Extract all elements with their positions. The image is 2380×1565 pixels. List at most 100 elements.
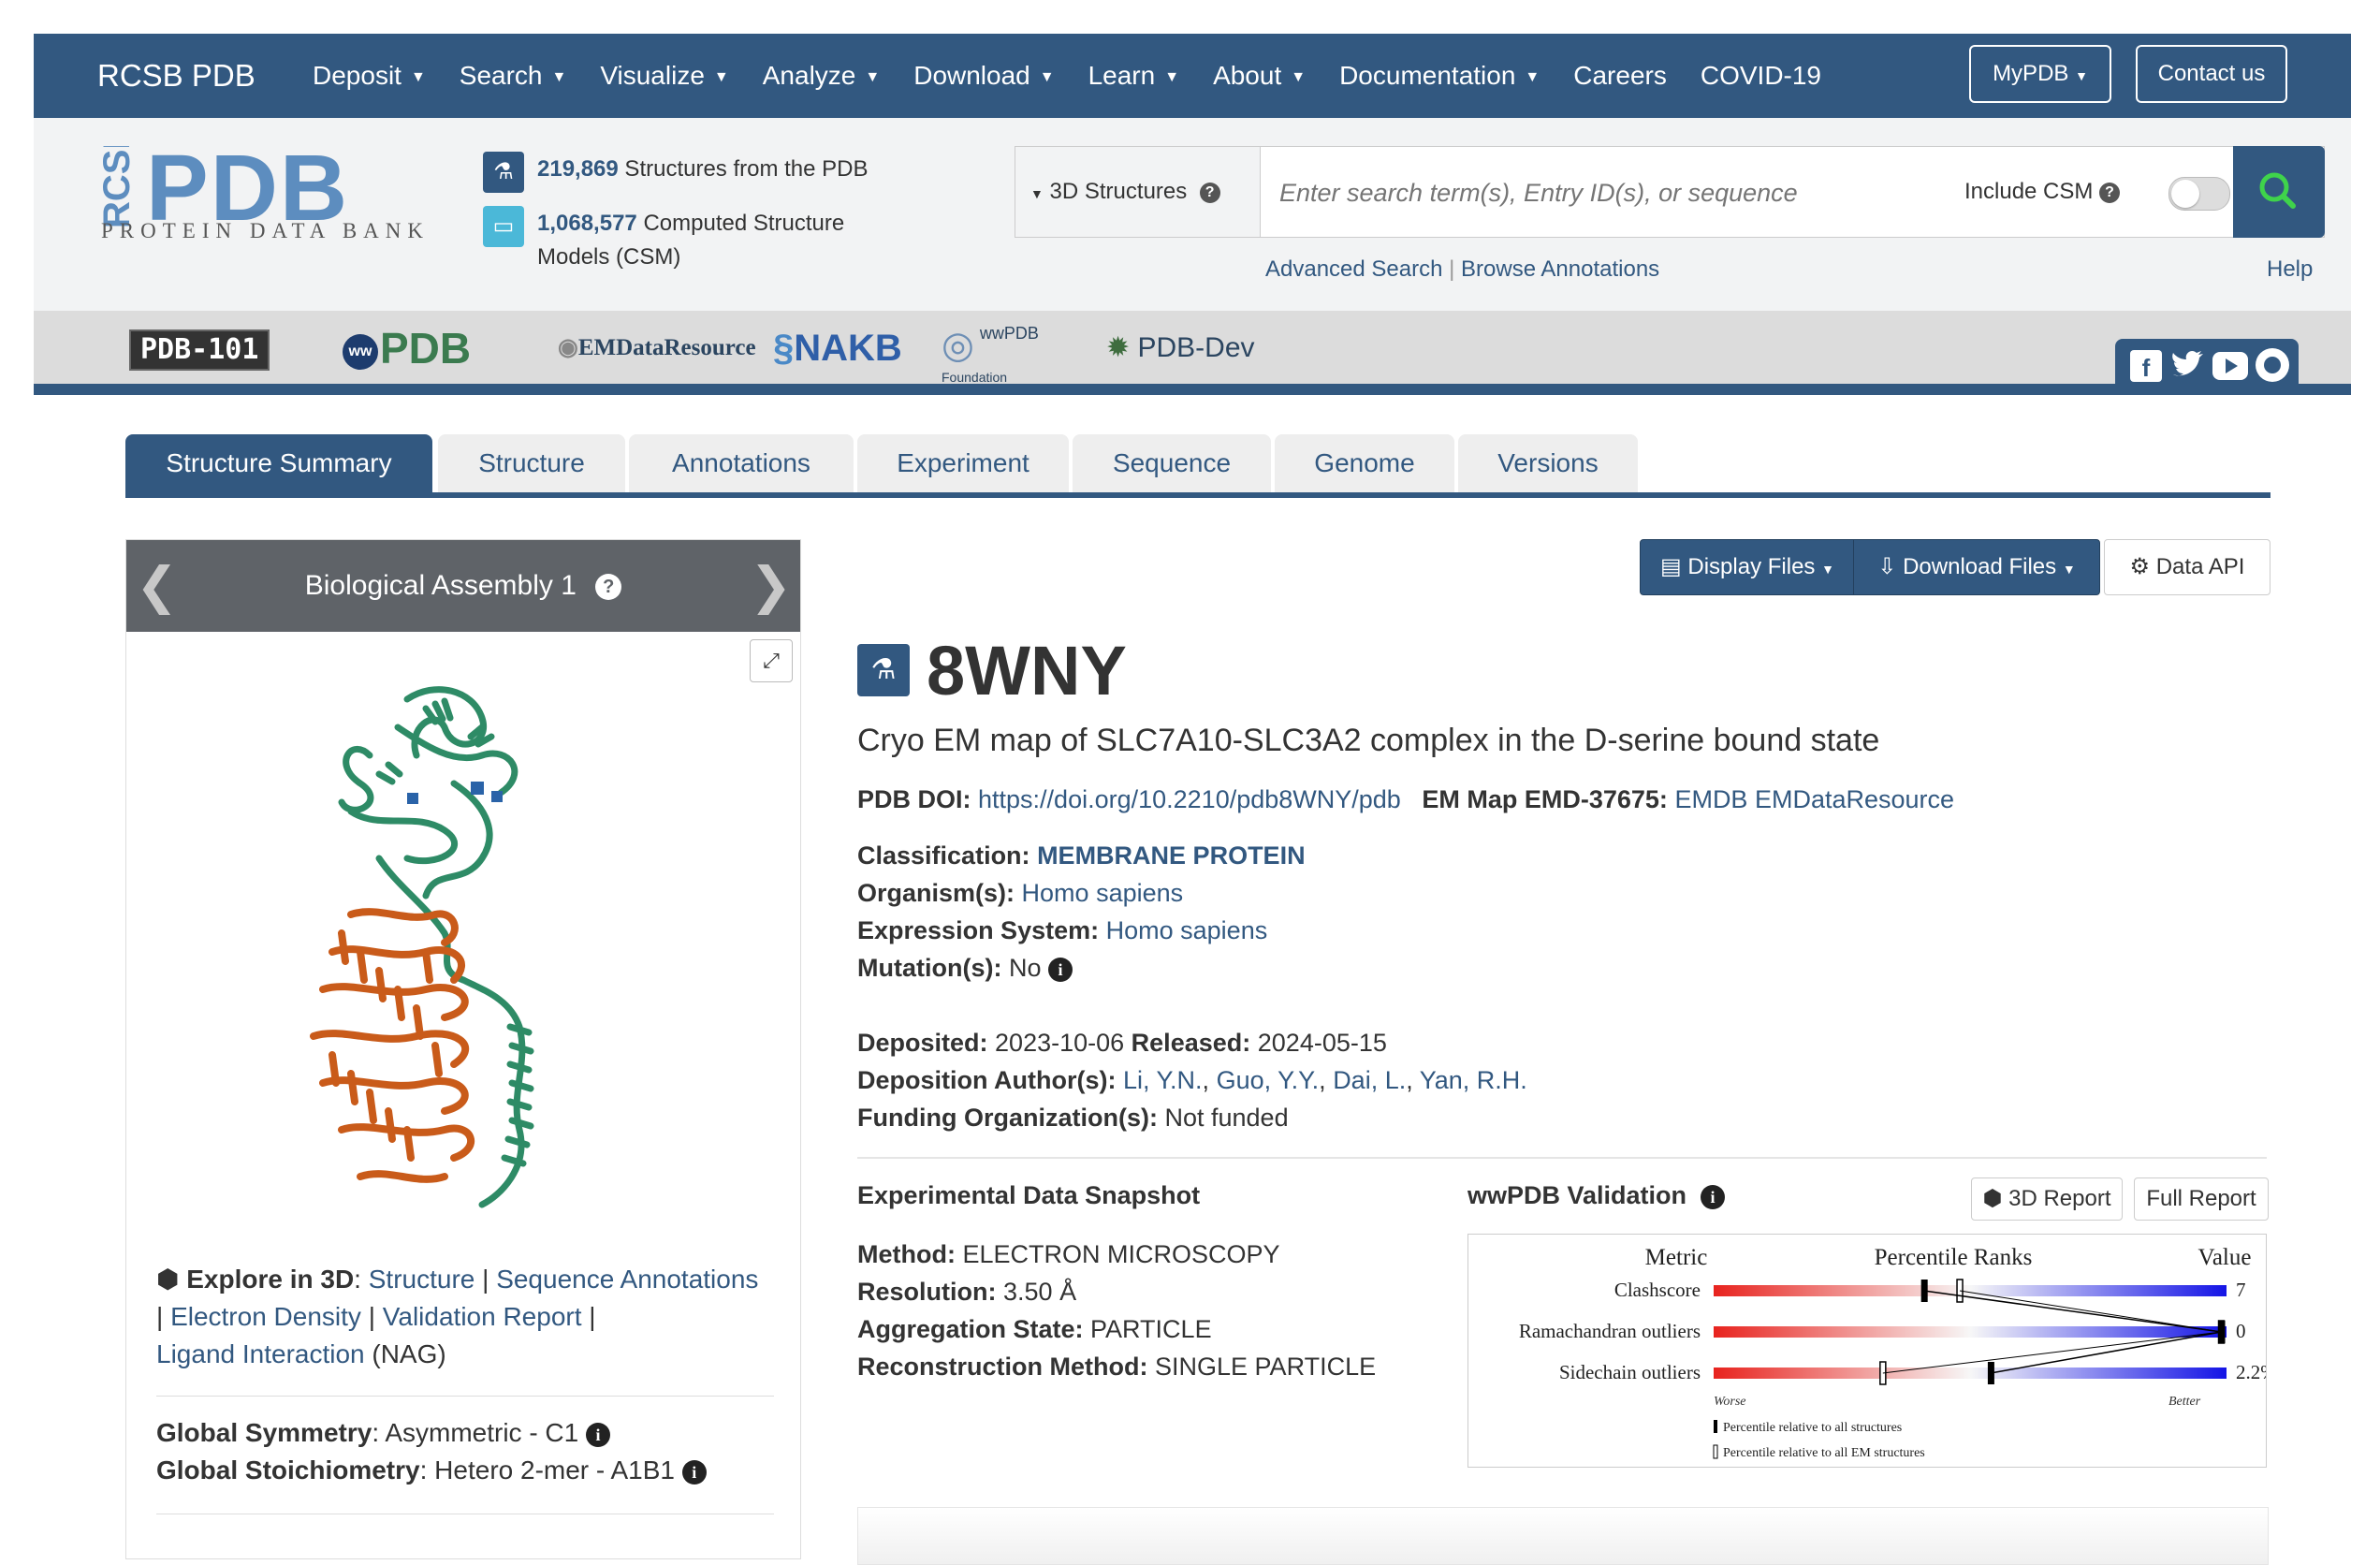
- menu-label: Careers: [1573, 61, 1667, 90]
- gear-icon: ✹: [1106, 332, 1131, 363]
- tab-structure-summary[interactable]: Structure Summary: [125, 434, 432, 492]
- emdataresource-link[interactable]: EMDataResource: [1755, 785, 1954, 813]
- tab-annotations[interactable]: Annotations: [629, 434, 854, 492]
- stoich-value: Hetero 2-mer - A1B1: [434, 1455, 675, 1485]
- include-csm-label: Include CSM: [1964, 179, 2094, 204]
- 3d-report-button[interactable]: ⬢ 3D Report: [1971, 1177, 2123, 1221]
- data-api-button[interactable]: ⚙ Data API: [2104, 539, 2270, 595]
- facebook-icon[interactable]: f: [2130, 350, 2162, 382]
- menu-label: About: [1213, 61, 1282, 90]
- pdb-logo[interactable]: PDB: [146, 141, 349, 235]
- pdbdev-logo[interactable]: ✹ PDB-Dev: [1106, 328, 1255, 369]
- validation-report-link[interactable]: Validation Report: [383, 1302, 582, 1331]
- wwpdb-foundation-logo[interactable]: ◎ wwPDB Foundation: [942, 324, 1039, 387]
- tab-structure[interactable]: Structure: [438, 434, 625, 492]
- wwpdb-logo[interactable]: ww PDB: [343, 327, 471, 370]
- structure-image[interactable]: [295, 671, 725, 1214]
- aggregation-value: PARTICLE: [1090, 1315, 1212, 1343]
- advanced-search-link[interactable]: Advanced Search: [1265, 256, 1442, 282]
- stat-structures-count[interactable]: 219,869: [537, 156, 619, 182]
- tab-versions[interactable]: Versions: [1458, 434, 1638, 492]
- brand-link[interactable]: RCSB PDB: [97, 34, 256, 118]
- author-link[interactable]: Yan, R.H.: [1420, 1066, 1527, 1094]
- classification-link[interactable]: MEMBRANE PROTEIN: [1037, 841, 1306, 870]
- menu-about[interactable]: About ▼: [1213, 61, 1306, 91]
- file-icon: ▤: [1660, 554, 1682, 579]
- github-icon[interactable]: [2256, 348, 2289, 382]
- tab-experiment[interactable]: Experiment: [857, 434, 1069, 492]
- resolution-label: Resolution:: [857, 1278, 997, 1306]
- menu-careers[interactable]: Careers: [1573, 61, 1667, 91]
- mutation-value: No: [1008, 954, 1042, 982]
- validation-slider-graphic[interactable]: Metric Percentile Ranks Value Clashscore…: [1467, 1234, 2267, 1468]
- tab-sequence[interactable]: Sequence: [1073, 434, 1271, 492]
- help-icon[interactable]: ?: [1199, 182, 1220, 203]
- prev-arrow-icon[interactable]: ❮: [136, 561, 178, 611]
- menu-learn[interactable]: Learn ▼: [1088, 61, 1179, 91]
- emdataresource-logo[interactable]: ◉EMDataResource: [558, 328, 756, 369]
- emdb-link[interactable]: EMDB: [1674, 785, 1747, 813]
- menu-visualize[interactable]: Visualize ▼: [600, 61, 728, 91]
- tab-genome[interactable]: Genome: [1275, 434, 1454, 492]
- menu-search[interactable]: Search ▼: [460, 61, 567, 91]
- expand-icon[interactable]: ⤢: [750, 639, 793, 682]
- menu-deposit[interactable]: Deposit ▼: [313, 61, 426, 91]
- menu-label: Visualize: [600, 61, 705, 90]
- sequence-annotations-link[interactable]: Sequence Annotations: [496, 1265, 758, 1294]
- menu-analyze[interactable]: Analyze ▼: [763, 61, 880, 91]
- partner-strip: PDB-101 ww PDB ◉EMDataResource §NAKB ◎ wwP…: [34, 311, 2351, 395]
- menu-label: Download: [913, 61, 1030, 90]
- tab-underline: [125, 492, 2270, 498]
- info-icon[interactable]: i: [681, 1459, 707, 1485]
- rcsb-logo[interactable]: RCSB: [97, 146, 139, 230]
- next-arrow-icon[interactable]: ❯: [750, 561, 792, 611]
- menu-covid[interactable]: COVID-19: [1701, 61, 1821, 91]
- include-csm-toggle[interactable]: [2168, 177, 2230, 211]
- author-link[interactable]: Dai, L.: [1333, 1066, 1406, 1094]
- search-scope-label: 3D Structures: [1049, 179, 1188, 204]
- legend-em-label: Percentile relative to all EM structures: [1723, 1446, 1925, 1460]
- menu-documentation[interactable]: Documentation ▼: [1339, 61, 1540, 91]
- display-files-button[interactable]: ▤ Display Files ▼: [1640, 539, 1855, 595]
- nakb-logo[interactable]: §NAKB: [773, 328, 902, 369]
- assembly-viewer: Biological Assembly 1 ? ❮ ❯ ⤢ ⬢ Explore …: [125, 539, 801, 1559]
- structure-link[interactable]: Structure: [369, 1265, 475, 1294]
- browse-annotations-link[interactable]: Browse Annotations: [1461, 256, 1659, 282]
- pdb101-logo[interactable]: PDB-101: [129, 329, 270, 371]
- col-metric-label: Metric: [1645, 1245, 1708, 1270]
- info-icon[interactable]: i: [1048, 957, 1073, 982]
- help-icon[interactable]: ?: [595, 574, 622, 601]
- download-files-button[interactable]: ⇩ Download Files ▼: [1853, 539, 2100, 595]
- help-icon[interactable]: ?: [2099, 182, 2121, 203]
- display-files-label: Display Files: [1687, 554, 1816, 579]
- reconstruction-value: SINGLE PARTICLE: [1155, 1353, 1377, 1381]
- dates-row: Deposited: 2023-10-06 Released: 2024-05-…: [857, 1024, 1387, 1061]
- expression-link[interactable]: Homo sapiens: [1106, 916, 1268, 944]
- mypdb-button[interactable]: MyPDB ▼: [1969, 45, 2111, 103]
- menu-download[interactable]: Download ▼: [913, 61, 1054, 91]
- rcsb-logo-text: RCSB: [97, 146, 138, 228]
- ligand-shape: [471, 782, 484, 795]
- info-icon[interactable]: i: [1701, 1184, 1726, 1209]
- search-button[interactable]: [2233, 146, 2325, 238]
- col-value-label: Value: [2198, 1245, 2252, 1270]
- full-report-button[interactable]: Full Report: [2134, 1177, 2269, 1221]
- search-input[interactable]: [1278, 147, 1936, 239]
- youtube-icon[interactable]: [2212, 352, 2248, 380]
- pdbdev-logo-text: PDB-Dev: [1137, 332, 1255, 363]
- cube-icon: ⬢: [156, 1265, 180, 1294]
- stat-csm-count[interactable]: 1,068,577: [537, 211, 637, 236]
- twitter-icon[interactable]: [2171, 350, 2205, 382]
- info-icon[interactable]: i: [586, 1422, 611, 1447]
- doi-link[interactable]: https://doi.org/10.2210/pdb8WNY/pdb: [978, 785, 1401, 813]
- search-scope-dropdown[interactable]: ▼ 3D Structures ?: [1015, 147, 1261, 237]
- explore-in-3d: ⬢ Explore in 3D: Structure | Sequence An…: [156, 1265, 759, 1368]
- organism-link[interactable]: Homo sapiens: [1022, 879, 1184, 907]
- ligand-interaction-link[interactable]: Ligand Interaction: [156, 1339, 365, 1368]
- help-link[interactable]: Help: [2267, 256, 2313, 283]
- author-link[interactable]: Guo, Y.Y.: [1217, 1066, 1320, 1094]
- electron-density-link[interactable]: Electron Density: [170, 1302, 361, 1331]
- contact-button[interactable]: Contact us: [2136, 45, 2287, 103]
- author-link[interactable]: Li, Y.N.: [1123, 1066, 1203, 1094]
- explore-label: Explore in 3D: [186, 1265, 355, 1294]
